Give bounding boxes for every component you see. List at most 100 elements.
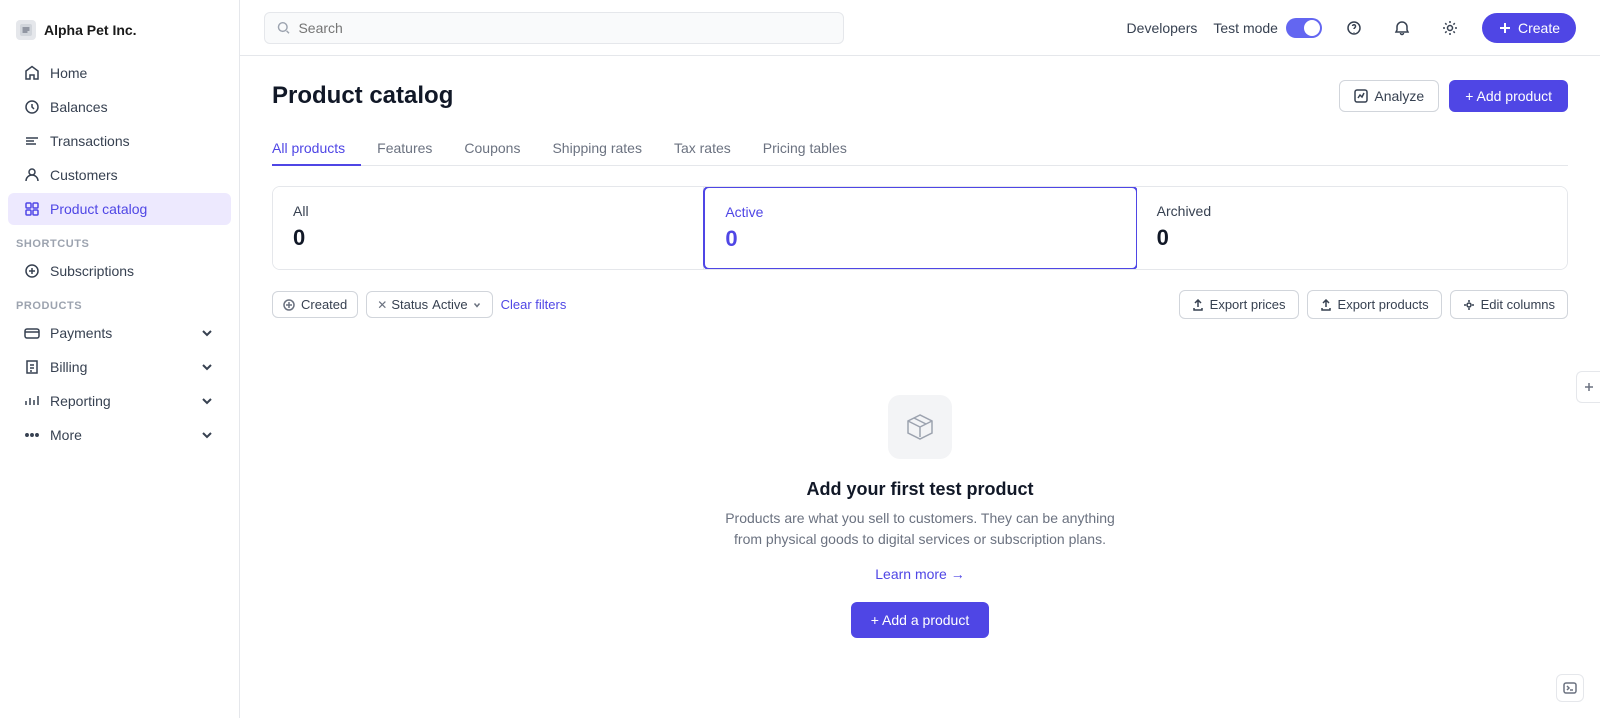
right-panel-toggle[interactable] <box>1576 371 1600 403</box>
content: Product catalog Analyze + Add product Al… <box>240 56 1600 718</box>
transactions-icon <box>24 133 40 149</box>
add-product-empty-button[interactable]: + Add a product <box>851 602 989 638</box>
page-actions: Analyze + Add product <box>1339 80 1568 112</box>
created-filter[interactable]: Created <box>272 291 358 318</box>
terminal-button[interactable] <box>1556 674 1584 702</box>
stat-active-value: 0 <box>725 226 1115 252</box>
stat-active-label: Active <box>725 204 1115 220</box>
status-filter-label: Status <box>391 297 428 312</box>
add-product-button[interactable]: + Add product <box>1449 80 1568 112</box>
sidebar-item-payments[interactable]: Payments <box>8 317 231 349</box>
settings-button[interactable] <box>1434 12 1466 44</box>
subscriptions-icon <box>24 263 40 279</box>
sidebar-item-more[interactable]: More <box>8 419 231 451</box>
sidebar-item-product-catalog[interactable]: Product catalog <box>8 193 231 225</box>
status-filter-remove[interactable]: ✕ <box>377 298 387 312</box>
sidebar-item-payments-label: Payments <box>50 325 112 341</box>
search-box[interactable] <box>264 12 844 44</box>
reporting-icon <box>24 393 40 409</box>
test-mode-toggle[interactable] <box>1286 18 1322 38</box>
test-mode-toggle-container: Test mode <box>1213 18 1322 38</box>
sidebar-item-billing[interactable]: Billing <box>8 351 231 383</box>
developers-link[interactable]: Developers <box>1127 20 1198 36</box>
clear-filters-link[interactable]: Clear filters <box>501 297 567 312</box>
empty-icon-container <box>888 395 952 459</box>
tab-coupons[interactable]: Coupons <box>448 132 536 166</box>
company-icon <box>16 20 36 40</box>
sidebar: Alpha Pet Inc. Home Balances Transaction… <box>0 0 240 718</box>
sidebar-item-transactions[interactable]: Transactions <box>8 125 231 157</box>
products-section-label: Products <box>0 288 239 316</box>
sidebar-item-customers[interactable]: Customers <box>8 159 231 191</box>
empty-state: Add your first test product Products are… <box>272 335 1568 698</box>
notifications-button[interactable] <box>1386 12 1418 44</box>
export-icon <box>1192 299 1204 311</box>
stat-card-all[interactable]: All 0 <box>273 187 704 269</box>
edit-columns-button[interactable]: Edit columns <box>1450 290 1568 319</box>
header: Developers Test mode Create <box>240 0 1600 56</box>
tab-pricing-tables[interactable]: Pricing tables <box>747 132 863 166</box>
chevron-down-icon <box>199 359 215 375</box>
tab-all-products[interactable]: All products <box>272 132 361 166</box>
export-products-button[interactable]: Export products <box>1307 290 1442 319</box>
toggle-knob <box>1304 20 1320 36</box>
edit-columns-icon <box>1463 299 1475 311</box>
empty-title: Add your first test product <box>806 479 1033 500</box>
analyze-button[interactable]: Analyze <box>1339 80 1439 112</box>
balances-icon <box>24 99 40 115</box>
filter-actions: Export prices Export products Edit colum… <box>1179 290 1568 319</box>
page-title: Product catalog <box>272 82 453 110</box>
sidebar-item-product-catalog-label: Product catalog <box>50 201 147 217</box>
payments-icon <box>24 325 40 341</box>
shortcuts-section-label: Shortcuts <box>0 226 239 254</box>
stat-card-active[interactable]: Active 0 <box>703 186 1137 270</box>
help-icon <box>1346 20 1362 36</box>
tab-features[interactable]: Features <box>361 132 448 166</box>
terminal-icon <box>1563 681 1577 695</box>
tab-shipping-rates[interactable]: Shipping rates <box>536 132 658 166</box>
stat-archived-value: 0 <box>1157 225 1547 251</box>
box-icon <box>904 411 936 443</box>
test-mode-label: Test mode <box>1213 20 1278 36</box>
stat-archived-label: Archived <box>1157 203 1547 219</box>
help-button[interactable] <box>1338 12 1370 44</box>
tabs: All products Features Coupons Shipping r… <box>272 132 1568 166</box>
tab-features-label: Features <box>377 140 432 156</box>
status-filter-value: Active <box>432 297 467 312</box>
create-button[interactable]: Create <box>1482 13 1576 43</box>
sidebar-item-billing-label: Billing <box>50 359 87 375</box>
sidebar-item-home[interactable]: Home <box>8 57 231 89</box>
chevron-down-icon <box>199 393 215 409</box>
tab-all-products-label: All products <box>272 140 345 156</box>
sidebar-item-reporting-label: Reporting <box>50 393 111 409</box>
filters-row: Created ✕ Status Active Clear filters Ex… <box>272 290 1568 319</box>
tab-pricing-tables-label: Pricing tables <box>763 140 847 156</box>
add-product-empty-label: + Add a product <box>871 612 969 628</box>
sidebar-item-balances[interactable]: Balances <box>8 91 231 123</box>
sidebar-item-balances-label: Balances <box>50 99 108 115</box>
status-filter[interactable]: ✕ Status Active <box>366 291 492 318</box>
stat-all-label: All <box>293 203 683 219</box>
plus-icon <box>1583 381 1595 393</box>
gear-icon <box>1442 20 1458 36</box>
export-prices-button[interactable]: Export prices <box>1179 290 1299 319</box>
analyze-icon <box>1354 89 1368 103</box>
sidebar-item-subscriptions[interactable]: Subscriptions <box>8 255 231 287</box>
header-actions: Developers Test mode Create <box>1127 12 1576 44</box>
main-area: Developers Test mode Create <box>240 0 1600 718</box>
plus-circle-icon <box>283 299 295 311</box>
learn-more-link[interactable]: Learn more → <box>875 566 964 582</box>
empty-description: Products are what you sell to customers.… <box>710 508 1130 550</box>
tab-tax-rates[interactable]: Tax rates <box>658 132 747 166</box>
export-prices-label: Export prices <box>1210 297 1286 312</box>
search-input[interactable] <box>298 20 831 36</box>
sidebar-item-reporting[interactable]: Reporting <box>8 385 231 417</box>
sidebar-item-transactions-label: Transactions <box>50 133 130 149</box>
export-icon <box>1320 299 1332 311</box>
chevron-down-icon <box>199 325 215 341</box>
company-logo[interactable]: Alpha Pet Inc. <box>0 12 239 56</box>
page-header: Product catalog Analyze + Add product <box>272 80 1568 112</box>
company-name: Alpha Pet Inc. <box>44 22 137 38</box>
stat-card-archived[interactable]: Archived 0 <box>1137 187 1567 269</box>
tab-shipping-rates-label: Shipping rates <box>552 140 642 156</box>
